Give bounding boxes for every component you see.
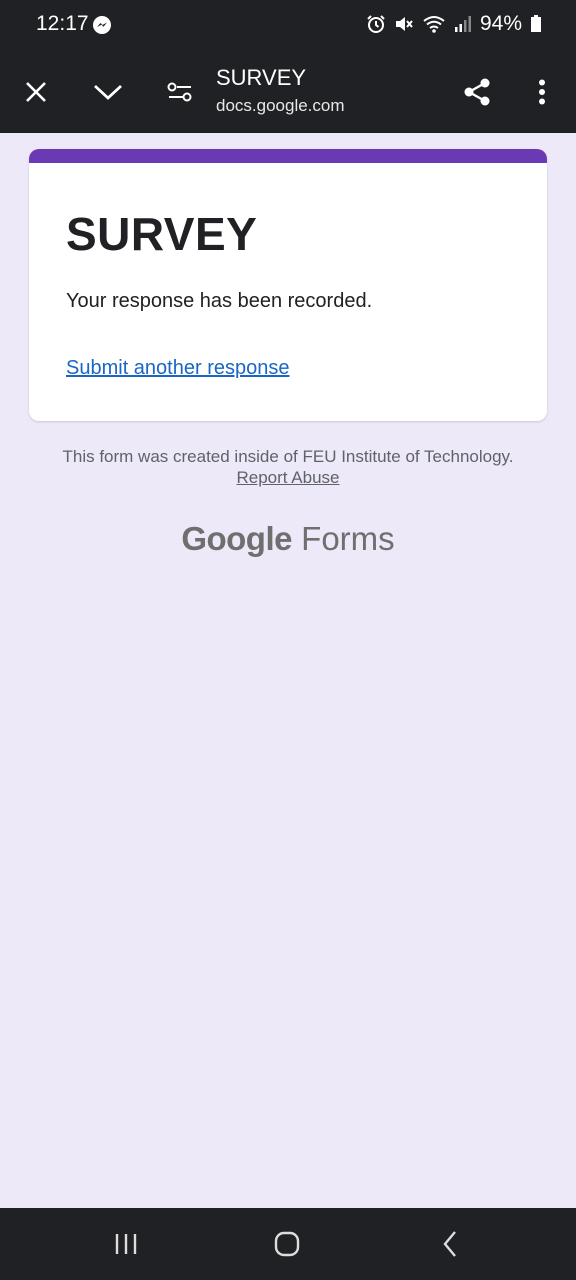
form-title: SURVEY [66,208,258,260]
confirmation-message: Your response has been recorded. [66,290,373,312]
mute-icon [395,17,413,31]
share-button[interactable] [457,72,497,112]
minimize-button[interactable] [88,72,128,112]
status-icons: 94% [366,12,542,36]
back-icon [443,1231,456,1257]
page-settings-icon [167,82,192,102]
form-footer: This form was created inside of FEU Inst… [60,446,516,488]
status-bar: 12:17 94% [0,0,576,52]
navigation-bar [0,1208,576,1280]
confirmation-card: SURVEY Your response has been recorded. … [29,149,547,421]
wifi-icon [423,16,445,33]
battery-percent: 94% [479,12,522,35]
more-options-button[interactable] [522,72,562,112]
recents-icon [115,1234,137,1254]
submit-another-response-link[interactable]: Submit another response [66,357,289,380]
share-icon [464,78,490,106]
more-vert-icon [539,79,545,105]
close-icon [26,82,46,102]
forms-wordmark: Forms [301,520,395,557]
page-title: SURVEY [216,65,307,90]
page-settings-button[interactable] [160,72,200,112]
google-forms-logo[interactable]: Google Forms [0,520,576,558]
alarm-icon [367,15,385,33]
battery-icon [531,15,541,32]
chevron-down-icon [94,84,122,100]
report-abuse-link[interactable]: Report Abuse [236,468,339,487]
messenger-icon [93,16,111,34]
recents-button[interactable] [106,1226,146,1262]
close-button[interactable] [16,72,56,112]
home-button[interactable] [267,1226,307,1262]
status-time: 12:17 [36,12,89,35]
home-icon [274,1231,300,1257]
page-url: docs.google.com [216,96,345,115]
signal-icon [454,16,471,32]
custom-tab-toolbar: SURVEY docs.google.com [0,52,576,133]
footer-text: This form was created inside of FEU Inst… [62,447,514,466]
back-button[interactable] [430,1226,470,1262]
google-wordmark: Google [181,520,292,557]
card-accent-bar [29,149,547,163]
